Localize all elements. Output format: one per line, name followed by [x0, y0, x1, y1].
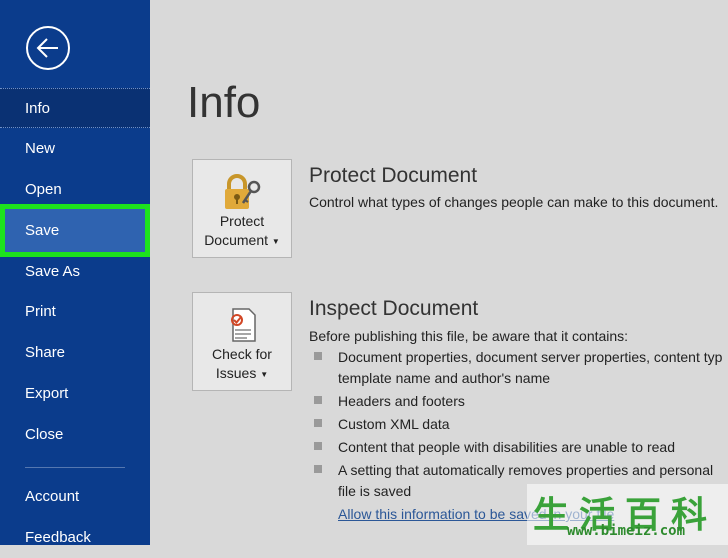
lock-key-icon	[221, 170, 265, 214]
page-title: Info	[187, 78, 261, 127]
nav-item-close[interactable]: Close	[0, 415, 150, 455]
watermark-logo: 生 活 百 科 www.bimeiz.com	[527, 484, 728, 545]
inspect-bullet-text: Document properties, document server pro…	[338, 349, 723, 365]
inspect-document-intro: Before publishing this file, be aware th…	[309, 328, 629, 344]
nav-item-print[interactable]: Print	[0, 292, 150, 332]
protect-document-description: Control what types of changes people can…	[309, 194, 719, 210]
bullet-icon	[314, 396, 322, 404]
dropdown-caret-icon: ▼	[260, 369, 269, 379]
nav-divider	[25, 467, 125, 468]
watermark-glyph: 生	[533, 495, 570, 536]
nav-item-save[interactable]: Save	[0, 204, 150, 257]
bullet-icon	[314, 419, 322, 427]
check-for-issues-label: Check for Issues ▼	[212, 346, 272, 381]
nav-item-save-as[interactable]: Save As	[0, 252, 150, 292]
check-for-issues-button[interactable]: Check for Issues ▼	[192, 292, 292, 391]
nav-item-info[interactable]: Info	[0, 88, 150, 128]
inspect-bullet-text: Content that people with disabilities ar…	[338, 439, 675, 455]
back-arrow-icon[interactable]	[26, 26, 70, 70]
nav-item-export[interactable]: Export	[0, 374, 150, 414]
nav-item-feedback[interactable]: Feedback	[0, 518, 150, 558]
bullet-icon	[314, 442, 322, 450]
nav-item-new[interactable]: New	[0, 129, 150, 169]
inspect-bullet-text: template name and author's name	[338, 370, 551, 386]
bullet-icon	[314, 352, 322, 360]
inspect-bullet-text: file is saved	[338, 483, 412, 499]
nav-item-account[interactable]: Account	[0, 477, 150, 517]
inspect-bullet-text: Custom XML data	[338, 416, 450, 432]
dropdown-caret-icon: ▼	[271, 236, 280, 246]
protect-document-button[interactable]: Protect Document ▼	[192, 159, 292, 258]
protect-document-title: Protect Document	[309, 164, 478, 187]
inspect-document-title: Inspect Document	[309, 297, 479, 320]
protect-document-label: Protect Document ▼	[204, 213, 280, 248]
inspect-bullet-text: Headers and footers	[338, 393, 465, 409]
bullet-icon	[314, 465, 322, 473]
inspect-bullet-text: A setting that automatically removes pro…	[338, 462, 714, 478]
info-panel: Info Protect Document ▼ Protect Document…	[150, 0, 728, 545]
watermark-url: www.bimeiz.com	[567, 523, 686, 539]
nav-item-share[interactable]: Share	[0, 333, 150, 373]
backstage-sidebar: Info New Open Save Save As Print Share E…	[0, 0, 150, 546]
inspect-document-icon	[221, 303, 265, 347]
